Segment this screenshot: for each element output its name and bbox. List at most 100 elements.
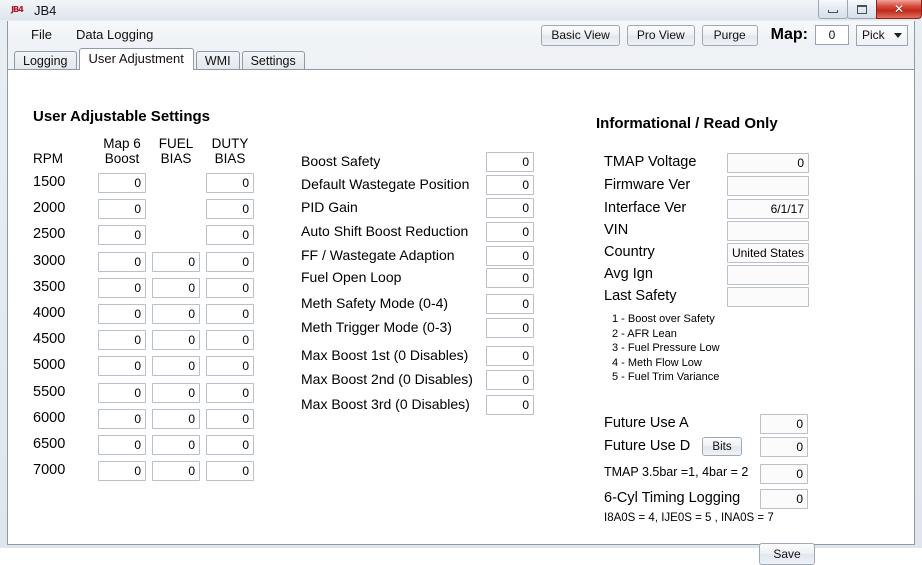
dutybias-input-5500[interactable]: 0 <box>206 383 254 403</box>
readonly-input-1 <box>727 176 809 196</box>
maximize-button[interactable] <box>847 0 877 19</box>
readonly-input-4: United States <box>727 243 809 263</box>
map-label: Map: <box>770 26 808 43</box>
map6boost-input-2000[interactable]: 0 <box>98 199 146 219</box>
dutybias-input-3500[interactable]: 0 <box>206 278 254 298</box>
dutybias-input-6500[interactable]: 0 <box>206 435 254 455</box>
menu-item-file[interactable]: File <box>22 24 61 45</box>
readonly-label-5: Avg Ign <box>604 266 653 282</box>
dutybias-input-7000[interactable]: 0 <box>206 461 254 481</box>
map6boost-input-6000[interactable]: 0 <box>98 409 146 429</box>
field-input-2[interactable]: 0 <box>486 198 534 218</box>
map6boost-input-5500[interactable]: 0 <box>98 383 146 403</box>
tab-settings[interactable]: Settings <box>241 51 305 70</box>
readonly-label-0: TMAP Voltage <box>604 154 697 170</box>
rpm-row-label: 5000 <box>33 357 66 373</box>
map6boost-input-5000[interactable]: 0 <box>98 356 146 376</box>
future-label-3: 6-Cyl Timing Logging <box>604 490 741 506</box>
field-label-6: Meth Safety Mode (0-4) <box>301 295 449 311</box>
rpm-row-label: 3000 <box>33 253 66 269</box>
map6boost-input-6500[interactable]: 0 <box>98 435 146 455</box>
informational-read-only-title: Informational / Read Only <box>596 115 778 132</box>
dutybias-input-3000[interactable]: 0 <box>206 252 254 272</box>
fuelbias-input-6000[interactable]: 0 <box>152 409 200 429</box>
fuelbias-input-5500[interactable]: 0 <box>152 383 200 403</box>
field-label-2: PID Gain <box>301 199 358 215</box>
field-input-4[interactable]: 0 <box>486 246 534 266</box>
field-label-1: Default Wastegate Position <box>301 176 470 192</box>
map6boost-input-2500[interactable]: 0 <box>98 225 146 245</box>
field-input-0[interactable]: 0 <box>486 152 534 172</box>
safety-code-line: 1 - Boost over Safety <box>612 313 715 325</box>
map6boost-input-4500[interactable]: 0 <box>98 330 146 350</box>
application-window: JB4 JB4 ✕ File Data Logging Basic View P… <box>0 0 922 565</box>
chevron-down-icon <box>894 33 902 38</box>
readonly-input-6 <box>727 287 809 307</box>
tab-wmi[interactable]: WMI <box>195 51 240 70</box>
map6boost-input-3500[interactable]: 0 <box>98 278 146 298</box>
field-label-10: Max Boost 3rd (0 Disables) <box>301 396 470 412</box>
save-button[interactable]: Save <box>759 543 815 565</box>
window-controls: ✕ <box>818 0 922 20</box>
map-number-input[interactable]: 0 <box>815 25 849 45</box>
field-input-8[interactable]: 0 <box>486 346 534 366</box>
user-adjustable-settings-title: User Adjustable Settings <box>33 108 210 125</box>
dutybias-input-2500[interactable]: 0 <box>206 225 254 245</box>
map6boost-input-3000[interactable]: 0 <box>98 252 146 272</box>
safety-code-line: 4 - Meth Flow Low <box>612 357 702 369</box>
readonly-input-0: 0 <box>727 153 809 173</box>
rpm-row-label: 4500 <box>33 331 66 347</box>
dutybias-input-4000[interactable]: 0 <box>206 304 254 324</box>
map6boost-input-4000[interactable]: 0 <box>98 304 146 324</box>
tab-logging[interactable]: Logging <box>14 51 77 70</box>
field-input-3[interactable]: 0 <box>486 222 534 242</box>
readonly-label-3: VIN <box>604 222 629 238</box>
dutybias-input-6000[interactable]: 0 <box>206 409 254 429</box>
fuelbias-input-4000[interactable]: 0 <box>152 304 200 324</box>
window-title: JB4 <box>34 2 57 18</box>
field-input-10[interactable]: 0 <box>486 395 534 415</box>
future-input-0[interactable]: 0 <box>760 414 808 434</box>
basic-view-button[interactable]: Basic View <box>541 24 620 46</box>
fuelbias-input-7000[interactable]: 0 <box>152 461 200 481</box>
dutybias-input-2000[interactable]: 0 <box>206 199 254 219</box>
readonly-input-3 <box>727 221 809 241</box>
rpm-row-label: 4000 <box>33 305 66 321</box>
fuelbias-input-5000[interactable]: 0 <box>152 356 200 376</box>
fuelbias-input-3500[interactable]: 0 <box>152 278 200 298</box>
dutybias-input-1500[interactable]: 0 <box>206 173 254 193</box>
field-label-5: Fuel Open Loop <box>301 269 402 285</box>
field-input-1[interactable]: 0 <box>486 175 534 195</box>
fuelbias-input-6500[interactable]: 0 <box>152 435 200 455</box>
field-label-8: Max Boost 1st (0 Disables) <box>301 347 469 363</box>
bits-button[interactable]: Bits <box>702 437 742 456</box>
jb4-logo-icon: JB4 <box>11 5 24 14</box>
pro-view-button[interactable]: Pro View <box>626 24 695 46</box>
field-input-6[interactable]: 0 <box>486 294 534 314</box>
future-label-0: Future Use A <box>604 415 689 431</box>
purge-button[interactable]: Purge <box>701 24 758 46</box>
fuelbias-input-3000[interactable]: 0 <box>152 252 200 272</box>
client-area: File Data Logging Basic View Pro View Pu… <box>7 21 915 565</box>
column-header-rpm: RPM <box>33 151 63 166</box>
future-input-1[interactable]: 0 <box>760 437 808 457</box>
dutybias-input-4500[interactable]: 0 <box>206 330 254 350</box>
field-input-9[interactable]: 0 <box>486 370 534 390</box>
tab-user-adjustment[interactable]: User Adjustment <box>78 48 194 70</box>
rpm-row-label: 2500 <box>33 226 66 242</box>
close-button[interactable]: ✕ <box>876 0 922 19</box>
column-header-dutybias-line1: DUTY <box>211 136 249 151</box>
fuelbias-input-4500[interactable]: 0 <box>152 330 200 350</box>
minimize-button[interactable] <box>818 0 848 19</box>
map6boost-input-1500[interactable]: 0 <box>98 173 146 193</box>
menu-item-data-logging[interactable]: Data Logging <box>67 24 162 45</box>
field-input-7[interactable]: 0 <box>486 318 534 338</box>
minimize-icon <box>828 9 838 13</box>
map-pick-dropdown[interactable]: Pick <box>856 24 908 46</box>
future-input-2[interactable]: 0 <box>760 464 808 484</box>
dutybias-input-5000[interactable]: 0 <box>206 356 254 376</box>
field-input-5[interactable]: 0 <box>486 268 534 288</box>
rpm-row-label: 6000 <box>33 410 66 426</box>
map6boost-input-7000[interactable]: 0 <box>98 461 146 481</box>
future-input-3[interactable]: 0 <box>760 489 808 509</box>
